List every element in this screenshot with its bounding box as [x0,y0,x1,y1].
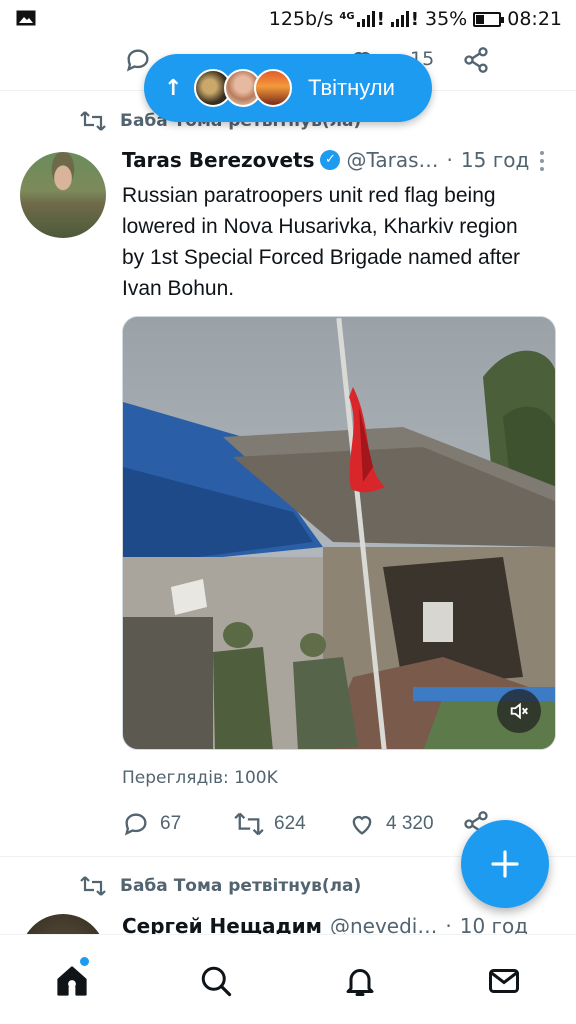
tweet-actions: 67 624 4 320 [122,810,522,842]
tweet-time[interactable]: 15 год [461,148,529,172]
tweet-video[interactable] [122,316,556,750]
battery-icon [473,11,505,27]
status-bar: 125b/s 4G ! ! 35% 08:21 [0,0,576,38]
tweet-header: Taras Berezovets ✓ @Taras… · 15 год [122,148,529,172]
author-name[interactable]: Taras Berezovets [122,148,314,172]
signal-excl-icon: ! [376,8,385,30]
search-icon[interactable] [198,963,234,999]
signal-icon [356,11,375,27]
author-handle[interactable]: @Taras… [346,148,438,172]
new-tweets-label: Твітнули [308,75,395,100]
verified-icon: ✓ [320,150,341,170]
signal-icon-2 [390,11,409,27]
avatar [254,69,292,107]
clock: 08:21 [507,8,562,30]
retweet-icon [234,812,264,836]
retweet-icon [80,876,106,896]
arrow-up-icon: ↑ [164,75,183,101]
retweet-count: 624 [274,813,306,834]
avatar[interactable] [20,152,106,238]
signal-excl-icon-2: ! [410,8,419,30]
retweet-context-label: Баба Тома ретвітнув(ла) [120,876,362,896]
reply-icon [124,813,147,836]
network-type: 4G [339,10,355,22]
retweet-context[interactable]: Баба Тома ретвітнув(ла) [80,875,361,897]
image-notification-icon [16,10,36,26]
reply-button[interactable]: 67 [122,810,181,838]
like-count: 4 320 [386,813,434,834]
separator-dot: · [446,148,453,172]
plus-icon [491,850,519,878]
home-icon[interactable] [54,963,90,999]
tweet-text: Russian paratroopers unit red flag being… [122,184,521,300]
more-options-icon[interactable] [538,150,546,172]
retweet-icon [80,111,106,131]
mail-icon[interactable] [486,963,522,999]
pill-avatars [194,69,292,107]
unread-dot [80,957,89,966]
bell-icon[interactable] [342,963,378,999]
like-button[interactable]: 4 320 [348,810,434,838]
compose-button[interactable] [461,820,549,908]
retweet-button[interactable]: 624 [234,810,306,838]
reply-count: 67 [160,813,182,834]
new-tweets-pill[interactable]: ↑ Твітнули [144,54,432,122]
bottom-nav [0,934,576,1024]
heart-icon [352,816,372,835]
view-count: Переглядів: 100K [122,768,278,788]
battery-percent: 35% [425,8,468,30]
network-speed: 125b/s [268,8,334,30]
mute-icon[interactable] [497,689,541,733]
video-frame [123,317,555,749]
share-icon[interactable] [462,46,490,74]
